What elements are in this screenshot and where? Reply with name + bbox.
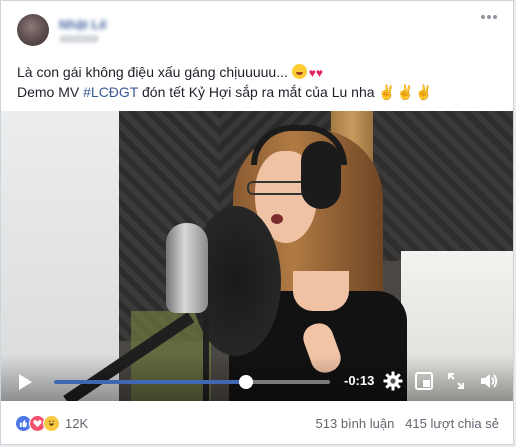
post-card: Nhật Lê Là con gái không điệu xấu gáng c… [0,0,514,445]
fullscreen-expand-icon[interactable] [447,372,465,390]
post-meta-blurred [59,35,99,43]
picture-in-picture-icon[interactable] [415,372,433,390]
grinning-face-emoji [291,64,307,79]
caption-line-2: Demo MV #LCĐGT đón tết Kỷ Hợi sắp ra mắt… [17,83,497,102]
haha-reaction-icon [43,415,60,432]
time-remaining: -0:13 [344,373,375,388]
reaction-count: 12K [65,416,89,431]
post-caption: Là con gái không điệu xấu gáng chịuuuuu.… [17,63,497,102]
caption-text-1: Là con gái không điệu xấu gáng chịuuuuu.… [17,64,288,80]
hashtag-link[interactable]: #LCĐGT [83,84,138,100]
author-avatar[interactable] [17,14,49,46]
video-player[interactable]: -0:13 [1,111,513,401]
post-footer: 12K 513 bình luận 415 lượt chia sẻ [1,401,513,444]
volume-icon[interactable] [479,371,499,391]
comment-count-link[interactable]: 513 bình luận [316,416,395,431]
play-icon[interactable] [19,374,32,390]
two-hearts-emoji: ♥♥ [308,66,324,80]
caption-text-2-suffix: đón tết Kỷ Hợi sắp ra mắt của Lu nha [138,84,375,100]
progress-fill [54,380,246,384]
post-header: Nhật Lê [1,1,513,55]
more-options-icon[interactable] [481,15,497,21]
victory-hand-emoji-group: ✌✌✌ [378,84,434,100]
caption-text-2-prefix: Demo MV [17,84,84,100]
caption-line-1: Là con gái không điệu xấu gáng chịuuuuu.… [17,63,497,83]
progress-scrubber[interactable] [238,375,253,389]
author-name[interactable]: Nhật Lê [59,17,107,32]
progress-bar[interactable] [54,375,330,389]
controls-overlay [1,355,513,401]
share-count-link[interactable]: 415 lượt chia sẻ [405,416,499,431]
engagement-stats: 513 bình luận 415 lượt chia sẻ [316,416,499,431]
settings-gear-icon[interactable] [383,371,403,391]
